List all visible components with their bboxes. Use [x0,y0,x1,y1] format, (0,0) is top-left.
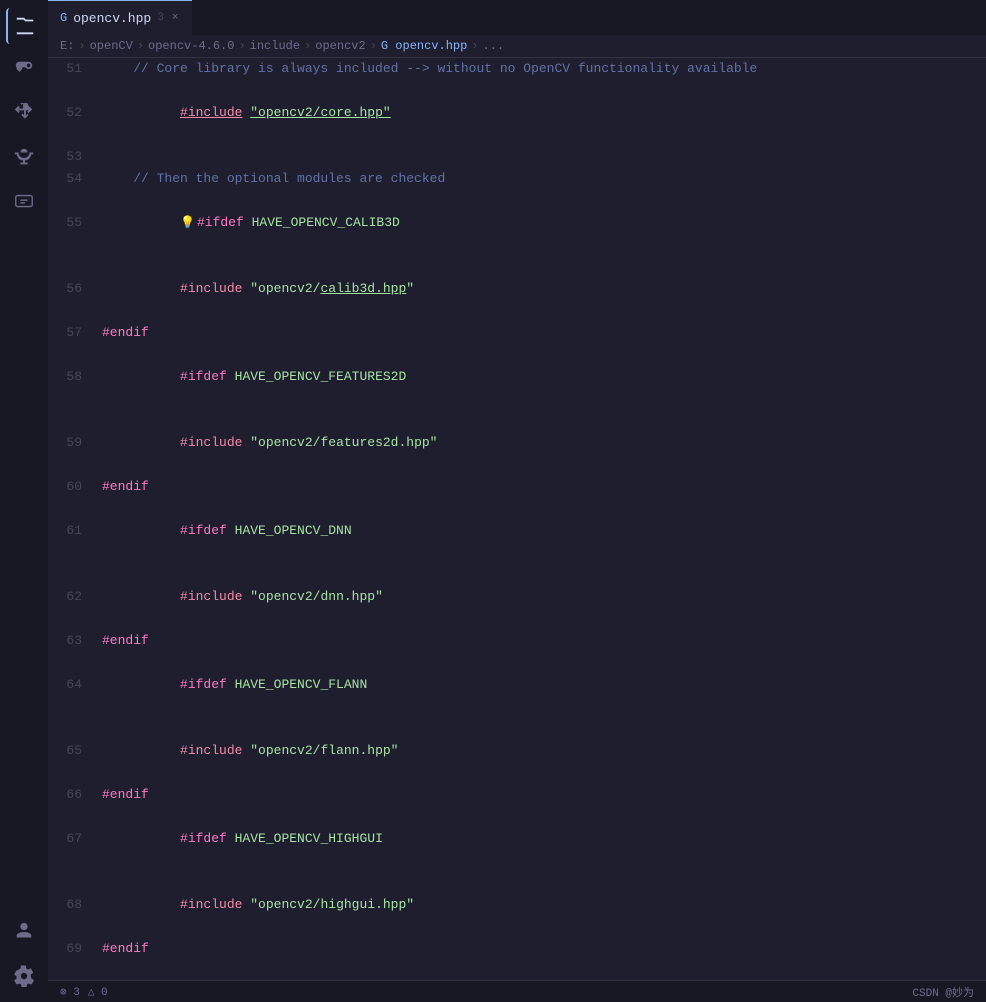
main-content: G opencv.hpp 3 × E: › openCV › opencv-4.… [48,0,986,1002]
breadcrumb-opencv: openCV [90,39,133,53]
breadcrumb-ellipsis: ... [483,39,505,53]
table-row: 66 #endif [48,784,986,806]
settings-icon[interactable] [6,958,42,994]
tab-close-button[interactable]: × [170,10,181,26]
breadcrumb-e: E: [60,39,74,53]
table-row: 61 #ifdef HAVE_OPENCV_DNN [48,498,986,564]
breadcrumb: E: › openCV › opencv-4.6.0 › include › o… [48,35,986,58]
table-row: 65 #include "opencv2/flann.hpp" [48,718,986,784]
table-row: 54 // Then the optional modules are chec… [48,168,986,190]
table-row: 69 #endif [48,938,986,960]
table-row: 67 #ifdef HAVE_OPENCV_HIGHGUI [48,806,986,872]
extensions-icon[interactable] [6,96,42,132]
table-row: 70 #ifdef HAVE_OPENCV_IMGCODECS [48,960,986,980]
status-bar: ⊗ 3 △ 0 CSDN @妙为 [48,980,986,1002]
table-row: 62 #include "opencv2/dnn.hpp" [48,564,986,630]
table-row: 51 // Core library is always included --… [48,58,986,80]
table-row: 53 [48,146,986,168]
remote-icon[interactable] [6,184,42,220]
table-row: 63 #endif [48,630,986,652]
breadcrumb-include: include [250,39,300,53]
warning-count[interactable]: △ 0 [88,985,108,999]
breadcrumb-file: G opencv.hpp [381,39,467,53]
editor-area: 51 // Core library is always included --… [48,58,986,980]
table-row: 59 #include "opencv2/features2d.hpp" [48,410,986,476]
table-row: 68 #include "opencv2/highgui.hpp" [48,872,986,938]
table-row: 58 #ifdef HAVE_OPENCV_FEATURES2D [48,344,986,410]
tab-label: opencv.hpp [73,11,151,26]
table-row: 55 💡#ifdef HAVE_OPENCV_CALIB3D [48,190,986,256]
activity-bar-bottom [6,914,42,1002]
table-row: 56 #include "opencv2/calib3d.hpp" [48,256,986,322]
explorer-icon[interactable] [6,8,42,44]
breadcrumb-version: opencv-4.6.0 [148,39,234,53]
lightbulb-icon: 💡 [180,216,195,230]
breadcrumb-opencv2: opencv2 [315,39,365,53]
table-row: 60 #endif [48,476,986,498]
activity-bar [0,0,48,1002]
table-row: 52 #include "opencv2/core.hpp" [48,80,986,146]
csdn-credit: CSDN @妙为 [912,984,974,1000]
account-icon[interactable] [6,914,42,950]
file-tab[interactable]: G opencv.hpp 3 × [48,0,192,35]
table-row: 64 #ifdef HAVE_OPENCV_FLANN [48,652,986,718]
source-control-icon[interactable] [6,52,42,88]
debug-icon[interactable] [6,140,42,176]
error-count[interactable]: ⊗ 3 [60,985,80,999]
code-container[interactable]: 51 // Core library is always included --… [48,58,986,980]
tab-bar: G opencv.hpp 3 × [48,0,986,35]
table-row: 57 #endif [48,322,986,344]
tab-file-icon: G [60,11,67,25]
tab-number: 3 [157,12,164,24]
status-left: ⊗ 3 △ 0 [60,985,108,999]
